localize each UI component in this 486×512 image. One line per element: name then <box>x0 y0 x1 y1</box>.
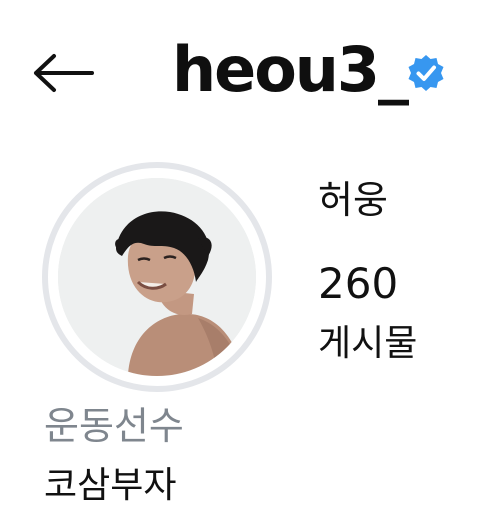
avatar <box>58 178 256 376</box>
verified-badge-icon <box>408 55 444 91</box>
arrow-left-icon <box>34 54 94 92</box>
username-title: heou3_ <box>172 33 409 106</box>
profile-avatar[interactable] <box>42 162 272 392</box>
profile-category: 운동선수 <box>44 404 184 448</box>
profile-bio: 코삼부자 <box>44 465 177 506</box>
profile-name: 허웅 <box>318 178 388 222</box>
posts-count[interactable]: 260 <box>318 256 398 312</box>
back-button[interactable] <box>30 48 96 98</box>
posts-label[interactable]: 게시물 <box>318 318 417 370</box>
